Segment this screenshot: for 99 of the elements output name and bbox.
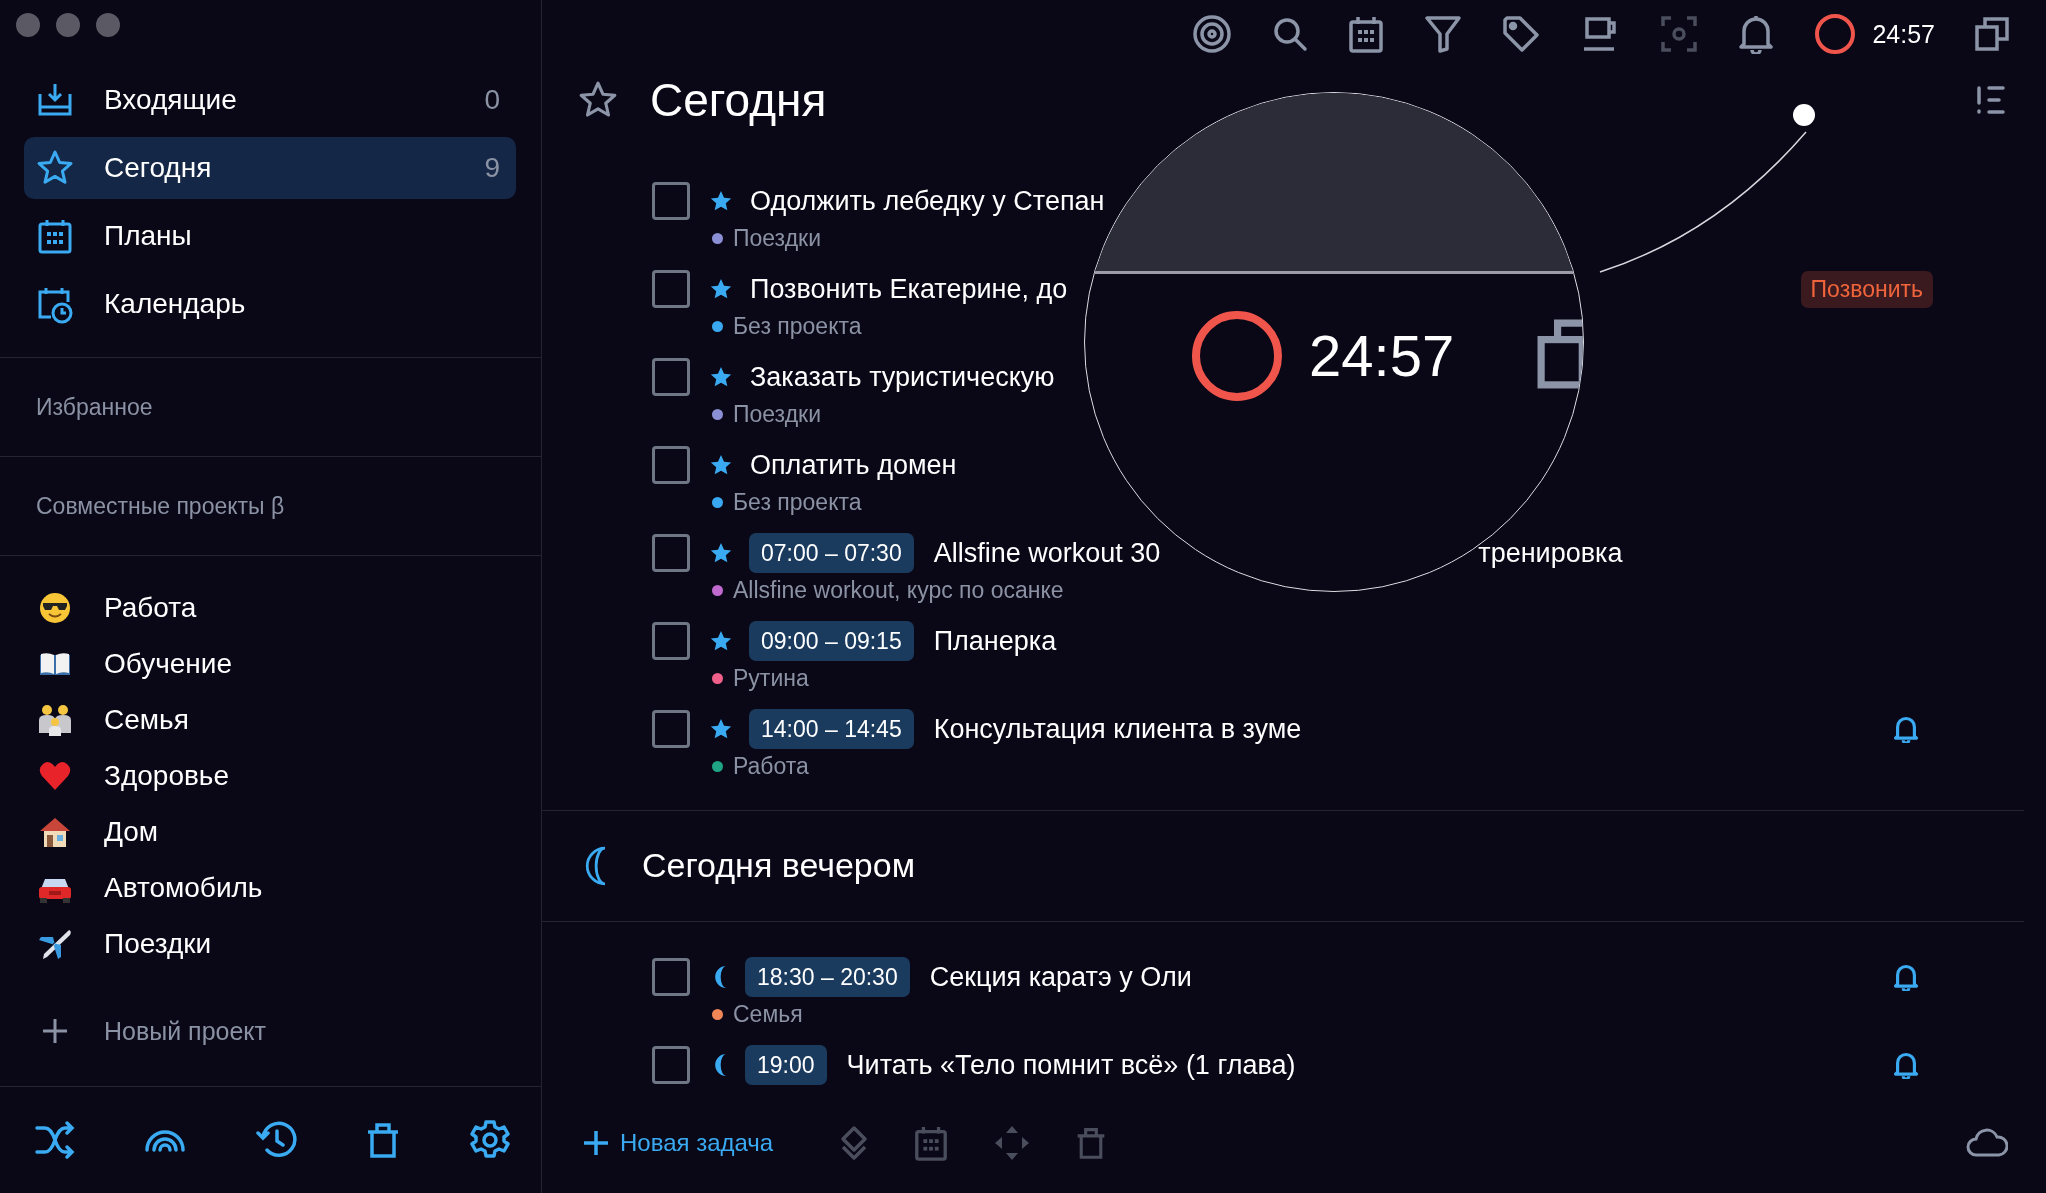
time-badge: 19:00 [745, 1045, 827, 1085]
nav-item[interactable]: Планы [24, 205, 516, 267]
nav-item[interactable]: Входящие 0 [24, 69, 516, 131]
task-title[interactable]: Одолжить лебедку у Степан [750, 185, 1105, 217]
window-control[interactable] [56, 13, 80, 37]
moon-icon [712, 1054, 728, 1076]
project-name: Поездки [733, 400, 821, 428]
time-badge: 14:00 – 14:45 [749, 709, 914, 749]
section-label[interactable]: Совместные проекты β [36, 492, 285, 520]
nav-label: Сегодня [104, 152, 213, 184]
page-title: Сегодня [650, 74, 827, 126]
project-item[interactable]: Поездки [35, 916, 541, 972]
focus-icon[interactable] [1660, 15, 1699, 53]
new-project-button[interactable]: Новый проект [35, 1003, 267, 1059]
project-label: Автомобиль [104, 872, 263, 904]
project-label: Дом [104, 816, 159, 848]
task-checkbox[interactable] [652, 710, 690, 748]
task-title[interactable]: Оплатить домен [750, 449, 957, 481]
task-title[interactable]: Секция каратэ у Оли [929, 961, 1192, 993]
task-title[interactable]: Позвонить Екатерине, до [750, 273, 1068, 305]
project-name: Без проекта [733, 488, 862, 516]
task-title[interactable]: Планерка [933, 625, 1057, 657]
nav-label: Планы [104, 220, 193, 252]
smiley-icon [38, 591, 72, 625]
project-name: Рутина [733, 664, 809, 692]
time-badge: 18:30 – 20:30 [745, 957, 910, 997]
calendar-icon[interactable] [1348, 15, 1385, 53]
rainbow-icon[interactable] [144, 1127, 187, 1153]
star-icon [710, 278, 732, 300]
item-count: 9 [484, 152, 500, 184]
star-icon [710, 190, 732, 212]
plus-icon [41, 1017, 69, 1045]
project-label: Работа [104, 592, 197, 624]
project-item[interactable]: Автомобиль [35, 860, 541, 916]
window-control[interactable] [16, 13, 40, 37]
project-item[interactable]: Работа [35, 580, 541, 636]
window-control[interactable] [96, 13, 120, 37]
airplane-icon [37, 927, 73, 961]
project-name: Allsfine workout, курс по осанке [733, 576, 1064, 604]
pointer-dot [1793, 104, 1815, 126]
task-tag: Позвонить [1800, 270, 1933, 308]
search-icon[interactable] [1272, 16, 1309, 52]
plus-icon [582, 1129, 610, 1157]
timer-text: 24:57 [1309, 322, 1455, 390]
settings-icon[interactable] [469, 1119, 511, 1161]
task-checkbox[interactable] [652, 622, 690, 660]
filter-icon[interactable] [1424, 15, 1463, 53]
task-title[interactable]: Заказать туристическую [750, 361, 1055, 393]
layers-icon[interactable] [839, 1125, 870, 1161]
star-icon [710, 366, 732, 388]
item-count: 0 [484, 84, 500, 116]
shuffle-icon[interactable] [34, 1120, 76, 1160]
time-badge: 07:00 – 07:30 [749, 533, 914, 573]
project-label: Здоровье [104, 760, 229, 792]
star-icon [710, 630, 732, 652]
task-checkbox[interactable] [652, 270, 690, 308]
nav-label: Входящие [104, 84, 238, 116]
task-title[interactable]: Консультация клиента в зуме [933, 713, 1302, 745]
family-icon [37, 703, 73, 737]
target-icon[interactable] [1192, 14, 1233, 54]
star-icon [710, 454, 732, 476]
new-task-button[interactable]: Новая задача [582, 1129, 774, 1157]
nav-label: Календарь [104, 288, 247, 320]
copy-icon[interactable] [1975, 17, 2009, 51]
nav-item[interactable]: Календарь [24, 273, 516, 335]
task-checkbox[interactable] [652, 958, 690, 996]
bell-icon[interactable] [1738, 14, 1775, 54]
project-name: Работа [733, 752, 809, 780]
house-icon [38, 815, 72, 849]
section-title: Сегодня вечером [642, 847, 916, 885]
task-checkbox[interactable] [652, 182, 690, 220]
project-item[interactable]: Обучение [35, 636, 541, 692]
project-item[interactable]: Семья [35, 692, 541, 748]
task-checkbox[interactable] [652, 358, 690, 396]
project-label: Поездки [104, 928, 212, 960]
project-name: Поездки [733, 224, 821, 252]
star-icon [710, 718, 732, 740]
task-checkbox[interactable] [652, 1046, 690, 1084]
moon-icon [712, 966, 728, 988]
project-label: Семья [104, 704, 189, 736]
time-badge: 09:00 – 09:15 [749, 621, 914, 661]
project-item[interactable]: Дом [35, 804, 541, 860]
history-icon[interactable] [254, 1120, 297, 1160]
cloud-icon[interactable] [1966, 1128, 2008, 1158]
tag-icon[interactable] [1502, 15, 1541, 53]
task-checkbox[interactable] [652, 534, 690, 572]
nav-item[interactable]: Сегодня 9 [24, 137, 516, 199]
task-title[interactable]: Читать «Тело помнит всё» (1 глава) [846, 1049, 1296, 1081]
timer-text: 24:57 [1872, 19, 1935, 49]
project-item[interactable]: Здоровье [35, 748, 541, 804]
section-label[interactable]: Избранное [36, 393, 153, 421]
timer-ring-icon [1191, 310, 1283, 402]
timer-ring-icon[interactable] [1814, 13, 1857, 55]
project-name: Семья [733, 1000, 803, 1028]
sort-icon[interactable] [1976, 85, 2008, 115]
project-label: Обучение [104, 648, 233, 680]
project-name: Без проекта [733, 312, 862, 340]
star-icon [710, 542, 732, 564]
task-checkbox[interactable] [652, 446, 690, 484]
